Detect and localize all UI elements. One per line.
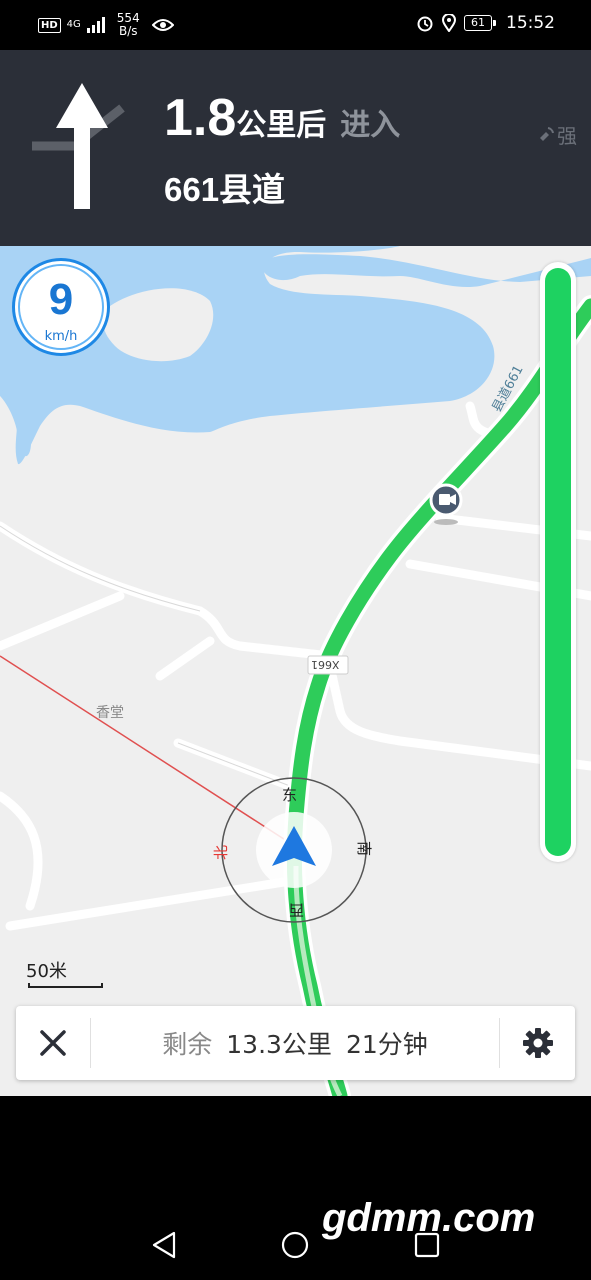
remaining-label: 剩余: [162, 1030, 213, 1059]
clock: 15:52: [506, 13, 555, 33]
gear-icon: [522, 1028, 553, 1058]
map-scale-bar: [28, 983, 103, 988]
map-view[interactable]: X661 县道661 香堂 东 南 西 北: [0, 246, 591, 1096]
alarm-icon: [417, 16, 433, 32]
remaining-time: 21分钟: [345, 1030, 428, 1059]
traffic-progress-bar: [540, 262, 576, 862]
remaining-distance: 13.3公里: [226, 1030, 332, 1059]
compass-west: 西: [289, 901, 305, 919]
satellite-icon: [540, 126, 554, 141]
straight-arrow-icon: [32, 83, 125, 209]
poi-label: 香堂: [96, 705, 124, 721]
settings-button[interactable]: [500, 1006, 575, 1080]
compass-east: 东: [282, 786, 298, 804]
distance-value: 1.8: [164, 89, 237, 147]
eye-icon: [151, 19, 174, 31]
compass-south: 南: [355, 840, 374, 857]
turn-action: 进入: [340, 109, 401, 142]
network-type: 4G: [66, 19, 81, 30]
exit-navigation-button[interactable]: [16, 1006, 90, 1080]
current-speed: 9 km/h: [12, 258, 110, 356]
compass-north: 北: [212, 844, 231, 861]
remaining-summary[interactable]: 剩余 13.3公里 21分钟: [90, 1006, 500, 1080]
status-bar: HD 4G 554 B/s 61 15:52: [0, 0, 591, 50]
traffic-bar-fill: [545, 268, 571, 856]
distance-unit: 公里后: [236, 109, 327, 142]
turn-distance: 1.8公里后 进入: [164, 88, 400, 148]
speed-unit: km/h: [44, 329, 78, 344]
gps-signal: 强: [537, 120, 577, 149]
hd-icon: HD: [38, 17, 61, 33]
road-sign: X661: [311, 658, 340, 671]
location-icon: [442, 14, 456, 32]
next-road-name: 661县道: [164, 171, 286, 208]
watermark: gdmm.com: [322, 1196, 536, 1240]
system-nav-bar: [0, 1096, 591, 1280]
map-scale-label: 50米: [26, 961, 67, 982]
route-summary-panel: 剩余 13.3公里 21分钟: [16, 1006, 575, 1080]
network-speed: 554 B/s: [116, 11, 140, 38]
battery-indicator: 61: [464, 15, 496, 31]
signal-strength-icon: [86, 17, 105, 33]
home-icon[interactable]: [281, 1231, 309, 1259]
close-icon: [40, 1030, 66, 1056]
back-icon[interactable]: [150, 1230, 180, 1260]
speed-value: 9: [48, 275, 74, 324]
